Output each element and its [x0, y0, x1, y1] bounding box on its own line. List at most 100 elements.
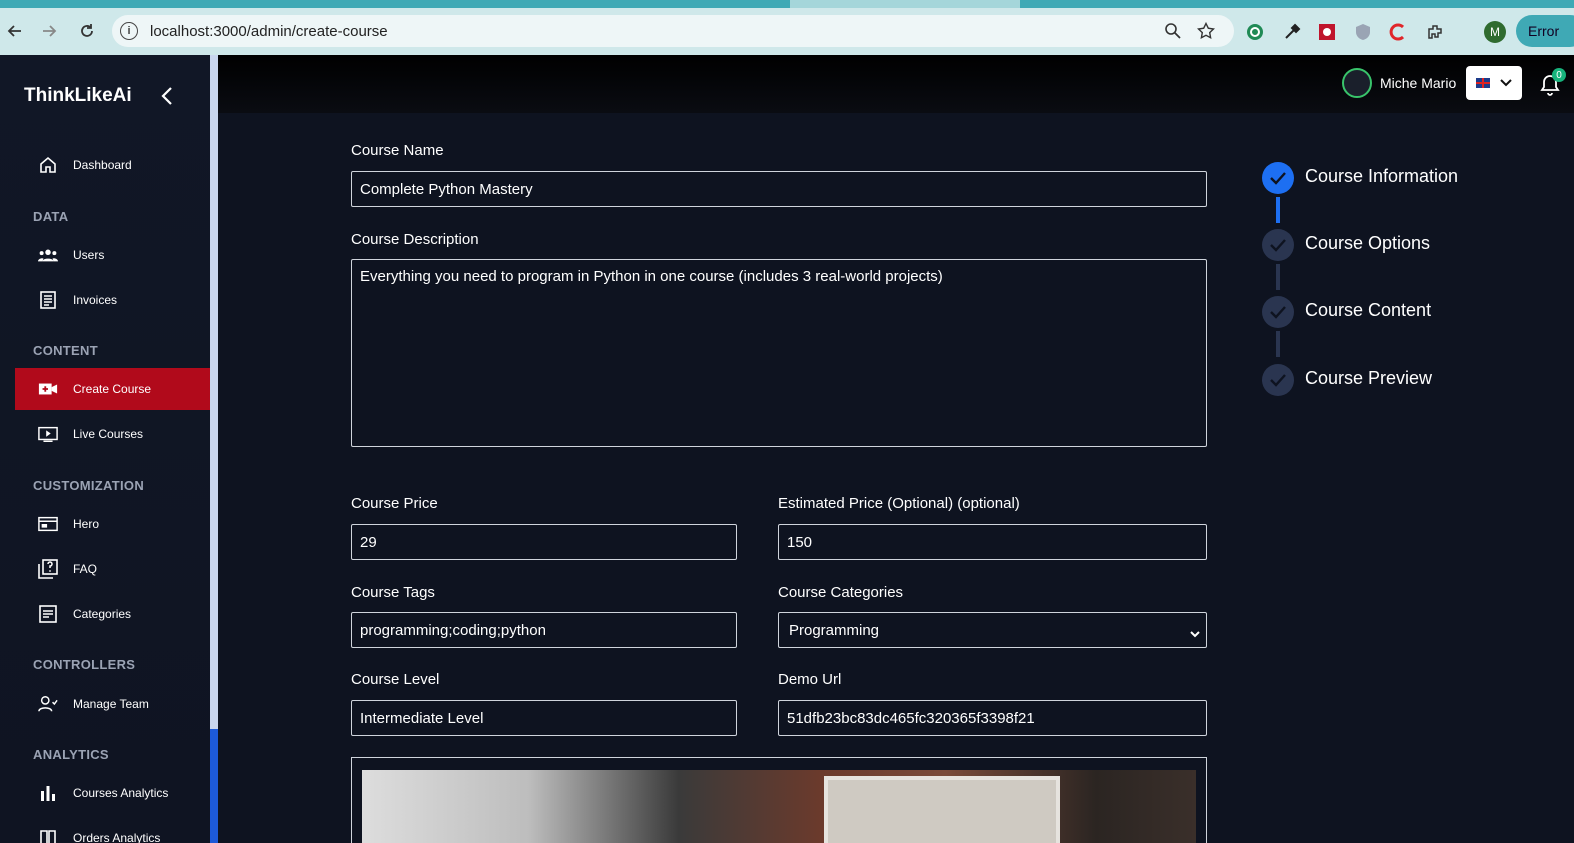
- check-icon: [1262, 229, 1294, 261]
- sidebar-item-categories[interactable]: Categories: [15, 593, 210, 635]
- play-screen-icon: [38, 424, 58, 444]
- error-button[interactable]: Error: [1516, 15, 1574, 47]
- sidebar-item-label: Courses Analytics: [73, 786, 169, 800]
- team-icon: [38, 694, 58, 714]
- sidebar-item-label: Invoices: [73, 293, 118, 307]
- home-icon: [38, 155, 58, 175]
- user-name[interactable]: Miche Mario: [1380, 75, 1456, 91]
- framed-photo: [824, 776, 1060, 843]
- users-icon: [38, 245, 58, 265]
- chevron-down-icon: [1190, 625, 1200, 642]
- course-categories-label: Course Categories: [778, 584, 904, 601]
- categories-icon: [38, 604, 58, 624]
- course-price-input[interactable]: 29: [351, 524, 737, 560]
- section-title-content: CONTENT: [33, 343, 98, 358]
- bar-chart-icon: [38, 783, 58, 803]
- sidebar-item-orders-analytics[interactable]: Orders Analytics: [15, 817, 210, 843]
- sidebar-item-label: Users: [73, 248, 105, 262]
- bookmark-star-icon[interactable]: [1196, 21, 1216, 45]
- estimated-price-label: Estimated Price (Optional) (optional): [778, 495, 1020, 512]
- course-description-label: Course Description: [351, 231, 479, 248]
- section-title-analytics: ANALYTICS: [33, 747, 109, 762]
- course-level-input[interactable]: Intermediate Level: [351, 700, 737, 736]
- error-label: Error: [1528, 23, 1560, 39]
- course-name-input[interactable]: Complete Python Mastery: [351, 171, 1207, 207]
- browser-tab[interactable]: [1020, 0, 1574, 8]
- sidebar-item-invoices[interactable]: Invoices: [15, 279, 210, 321]
- sidebar-item-faq[interactable]: FAQ: [15, 548, 210, 590]
- main-content: Course Name Complete Python Mastery Cour…: [218, 113, 1574, 843]
- shield-extension-icon[interactable]: [1353, 22, 1373, 42]
- top-bar: Miche Mario 0: [218, 55, 1574, 113]
- chevron-down-icon: [1500, 74, 1512, 92]
- sidebar-item-label: Hero: [73, 517, 100, 531]
- course-tags-input[interactable]: programming;coding;python: [351, 612, 737, 648]
- collapse-sidebar-icon[interactable]: [158, 85, 178, 107]
- step-connector: [1276, 264, 1280, 290]
- url-text[interactable]: localhost:3000/admin/create-course: [150, 23, 388, 40]
- language-select[interactable]: [1466, 66, 1522, 100]
- app-logo[interactable]: ThinkLikeAi: [24, 85, 132, 107]
- scrollbar-thumb[interactable]: [210, 729, 218, 843]
- step-label: Course Options: [1305, 233, 1431, 253]
- sidebar-item-hero[interactable]: Hero: [15, 503, 210, 545]
- browser-chrome: i localhost:3000/admin/create-course M E…: [0, 0, 1574, 55]
- check-icon: [1262, 162, 1294, 194]
- sidebar-item-live-courses[interactable]: Live Courses: [15, 413, 210, 455]
- sidebar-scrollbar[interactable]: [210, 55, 218, 843]
- video-add-icon: [38, 379, 58, 399]
- user-avatar[interactable]: [1342, 68, 1372, 98]
- sidebar: ThinkLikeAi Dashboard DATA Users Invoice…: [0, 55, 210, 843]
- extensions-puzzle-icon[interactable]: [1425, 22, 1445, 42]
- sidebar-item-create-course[interactable]: Create Course: [15, 368, 210, 410]
- sidebar-item-users[interactable]: Users: [15, 234, 210, 276]
- demo-url-label: Demo Url: [778, 671, 842, 688]
- sidebar-item-courses-analytics[interactable]: Courses Analytics: [15, 772, 210, 814]
- c-extension-icon[interactable]: [1388, 22, 1408, 42]
- sidebar-item-label: FAQ: [73, 562, 98, 576]
- thumbnail-dropzone[interactable]: [351, 757, 1207, 843]
- step-label: Course Preview: [1305, 368, 1433, 388]
- course-description-textarea[interactable]: Everything you need to program in Python…: [351, 259, 1207, 447]
- demo-url-input[interactable]: 51dfb23bc83dc465fc320365f3398f21: [778, 700, 1207, 736]
- sidebar-item-manage-team[interactable]: Manage Team: [15, 683, 210, 725]
- address-bar[interactable]: i localhost:3000/admin/create-course: [112, 15, 1234, 47]
- step-label: Course Content: [1305, 300, 1432, 320]
- step-connector: [1276, 331, 1280, 357]
- check-icon: [1262, 364, 1294, 396]
- course-price-label: Course Price: [351, 495, 438, 512]
- reload-icon[interactable]: [76, 20, 98, 42]
- forward-icon[interactable]: [38, 20, 60, 42]
- course-level-label: Course Level: [351, 671, 440, 688]
- section-title-data: DATA: [33, 209, 69, 224]
- section-title-controllers: CONTROLLERS: [33, 657, 136, 672]
- back-icon[interactable]: [4, 20, 26, 42]
- eyedropper-extension-icon[interactable]: [1282, 22, 1302, 42]
- notification-count-badge: 0: [1552, 68, 1566, 82]
- course-name-label: Course Name: [351, 142, 444, 159]
- sidebar-item-label: Categories: [73, 607, 132, 621]
- sidebar-item-dashboard[interactable]: Dashboard: [15, 144, 210, 186]
- sidebar-item-label: Dashboard: [73, 158, 132, 172]
- step-label: Course Information: [1305, 166, 1459, 186]
- zoom-icon[interactable]: [1164, 22, 1182, 45]
- course-categories-select[interactable]: Programming: [778, 612, 1207, 648]
- tab-strip: [0, 0, 1574, 8]
- quiz-icon: [38, 559, 58, 579]
- hero-icon: [38, 514, 58, 534]
- orders-icon: [38, 828, 58, 843]
- browser-toolbar: i localhost:3000/admin/create-course M E…: [0, 8, 1574, 55]
- devtools-extension-icon[interactable]: [1317, 22, 1337, 42]
- check-icon: [1262, 296, 1294, 328]
- site-info-icon[interactable]: i: [120, 22, 138, 40]
- sidebar-item-label: Orders Analytics: [73, 831, 161, 843]
- browser-tab[interactable]: [0, 0, 790, 8]
- profile-avatar[interactable]: M: [1484, 21, 1506, 43]
- sidebar-item-label: Create Course: [73, 382, 152, 396]
- sidebar-item-label: Manage Team: [73, 697, 149, 711]
- uk-flag-icon: [1476, 78, 1490, 88]
- grammarly-extension-icon[interactable]: [1245, 22, 1265, 42]
- estimated-price-input[interactable]: 150: [778, 524, 1207, 560]
- receipt-icon: [38, 290, 58, 310]
- thumbnail-image: [362, 770, 1196, 843]
